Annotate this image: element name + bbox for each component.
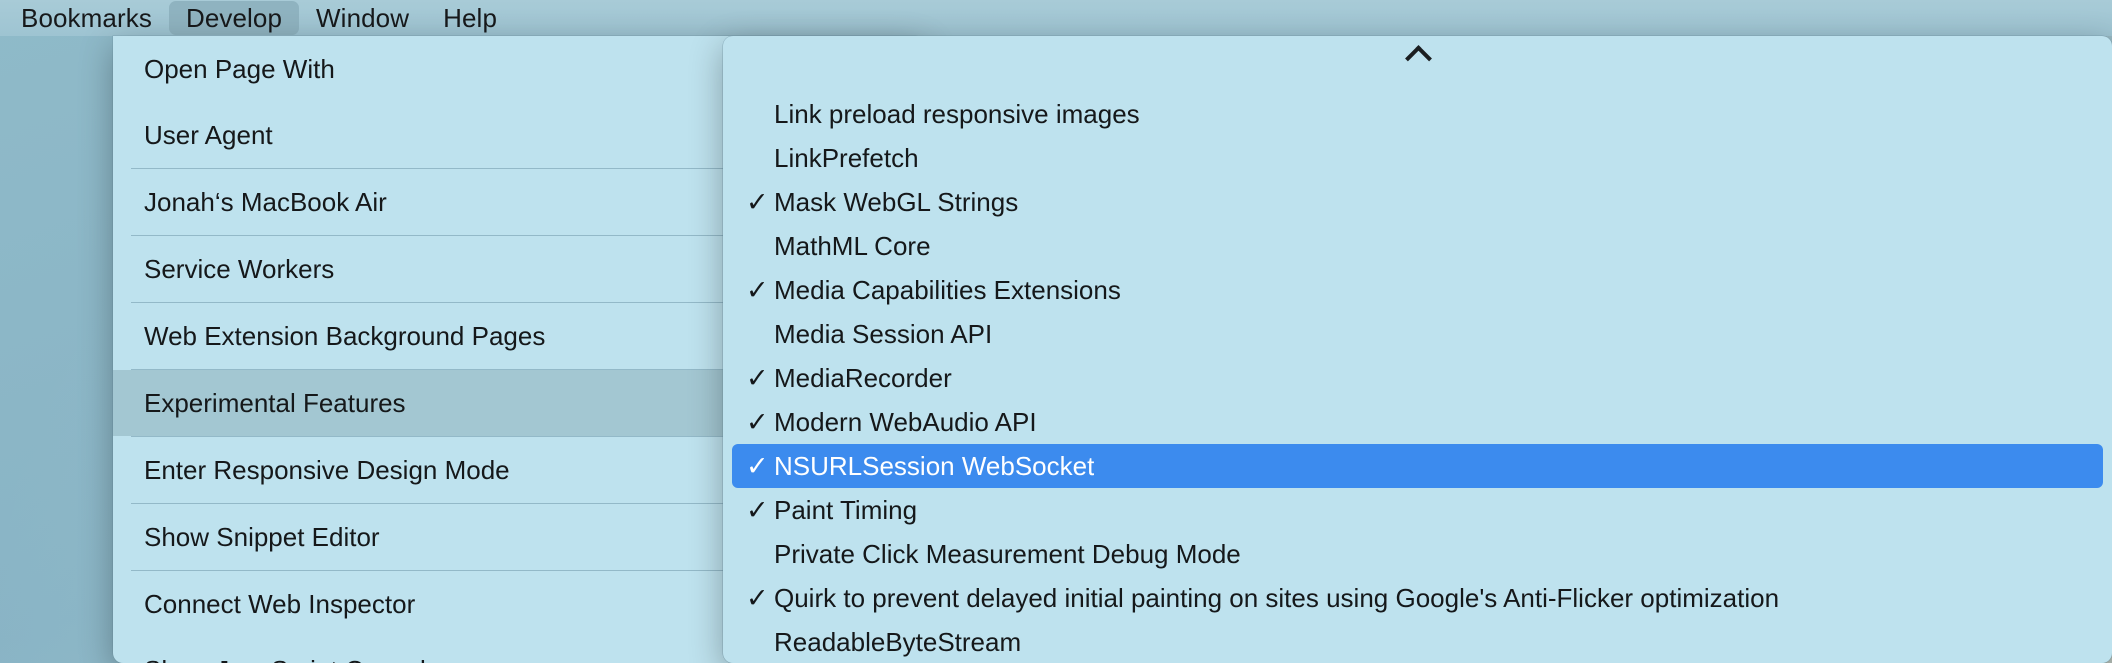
scroll-up-arrow[interactable] bbox=[723, 36, 2112, 70]
feature-row-linkprefetch[interactable]: LinkPrefetch bbox=[732, 136, 2103, 180]
feature-row-readablebytestream[interactable]: ReadableByteStream bbox=[732, 620, 2103, 663]
feature-label: MathML Core bbox=[774, 230, 931, 261]
checkmark-icon: ✓ bbox=[746, 582, 769, 613]
menu-item-label: User Agent bbox=[144, 119, 273, 150]
feature-label: Paint Timing bbox=[774, 494, 918, 525]
menu-item-label: Web Extension Background Pages bbox=[144, 320, 546, 351]
feature-label: Quirk to prevent delayed initial paintin… bbox=[774, 582, 1780, 613]
feature-row-mediarecorder[interactable]: ✓ MediaRecorder bbox=[732, 356, 2103, 400]
feature-row-mask-webgl-strings[interactable]: ✓ Mask WebGL Strings bbox=[732, 180, 2103, 224]
checkmark-icon: ✓ bbox=[746, 494, 769, 525]
feature-row-clipped-top[interactable] bbox=[732, 70, 2103, 92]
feature-row-modern-webaudio-api[interactable]: ✓ Modern WebAudio API bbox=[732, 400, 2103, 444]
feature-label: Private Click Measurement Debug Mode bbox=[774, 538, 1241, 569]
feature-label: Link preload responsive images bbox=[774, 98, 1140, 129]
menu-item-label: Show JavaScript Console bbox=[144, 655, 440, 663]
checkmark-icon: ✓ bbox=[746, 274, 769, 305]
feature-label: Media Capabilities Extensions bbox=[774, 274, 1121, 305]
menu-item-label: Enter Responsive Design Mode bbox=[144, 454, 510, 485]
feature-row-media-capabilities-extensions[interactable]: ✓ Media Capabilities Extensions bbox=[732, 268, 2103, 312]
menu-item-label: Jonah‘s MacBook Air bbox=[144, 186, 387, 217]
feature-label: ReadableByteStream bbox=[774, 626, 1022, 657]
feature-label: LinkPrefetch bbox=[774, 142, 919, 173]
feature-label: Modern WebAudio API bbox=[774, 406, 1037, 437]
feature-row-paint-timing[interactable]: ✓ Paint Timing bbox=[732, 488, 2103, 532]
checkmark-icon: ✓ bbox=[746, 406, 769, 437]
feature-row-link-preload-responsive-images[interactable]: Link preload responsive images bbox=[732, 92, 2103, 136]
menubar-item-window[interactable]: Window bbox=[299, 1, 426, 35]
chevron-up-icon bbox=[1405, 40, 1431, 66]
menubar-item-develop[interactable]: Develop bbox=[168, 1, 300, 35]
feature-label: Mask WebGL Strings bbox=[774, 186, 1019, 217]
feature-row-mathml-core[interactable]: MathML Core bbox=[732, 224, 2103, 268]
menu-item-label: Show Snippet Editor bbox=[144, 521, 380, 552]
feature-label: NSURLSession WebSocket bbox=[774, 450, 1095, 481]
menu-bar: Bookmarks Develop Window Help bbox=[0, 0, 2112, 36]
menu-item-label: Service Workers bbox=[144, 253, 335, 284]
menubar-item-bookmarks[interactable]: Bookmarks bbox=[4, 1, 169, 35]
feature-row-quirk-anti-flicker[interactable]: ✓ Quirk to prevent delayed initial paint… bbox=[732, 576, 2103, 620]
checkmark-icon: ✓ bbox=[746, 186, 769, 217]
feature-row-media-session-api[interactable]: Media Session API bbox=[732, 312, 2103, 356]
experimental-features-submenu: Link preload responsive images LinkPrefe… bbox=[723, 36, 2112, 663]
menu-item-label: Open Page With bbox=[144, 53, 335, 84]
feature-row-private-click-measurement-debug-mode[interactable]: Private Click Measurement Debug Mode bbox=[732, 532, 2103, 576]
menu-item-label: Experimental Features bbox=[144, 387, 406, 418]
feature-row-nsurlsession-websocket[interactable]: ✓ NSURLSession WebSocket bbox=[732, 444, 2103, 488]
menu-item-label: Connect Web Inspector bbox=[144, 588, 416, 619]
menubar-item-help[interactable]: Help bbox=[426, 1, 514, 35]
feature-label: MediaRecorder bbox=[774, 362, 952, 393]
feature-label: Media Session API bbox=[774, 318, 993, 349]
checkmark-icon: ✓ bbox=[746, 450, 769, 481]
checkmark-icon: ✓ bbox=[746, 362, 769, 393]
